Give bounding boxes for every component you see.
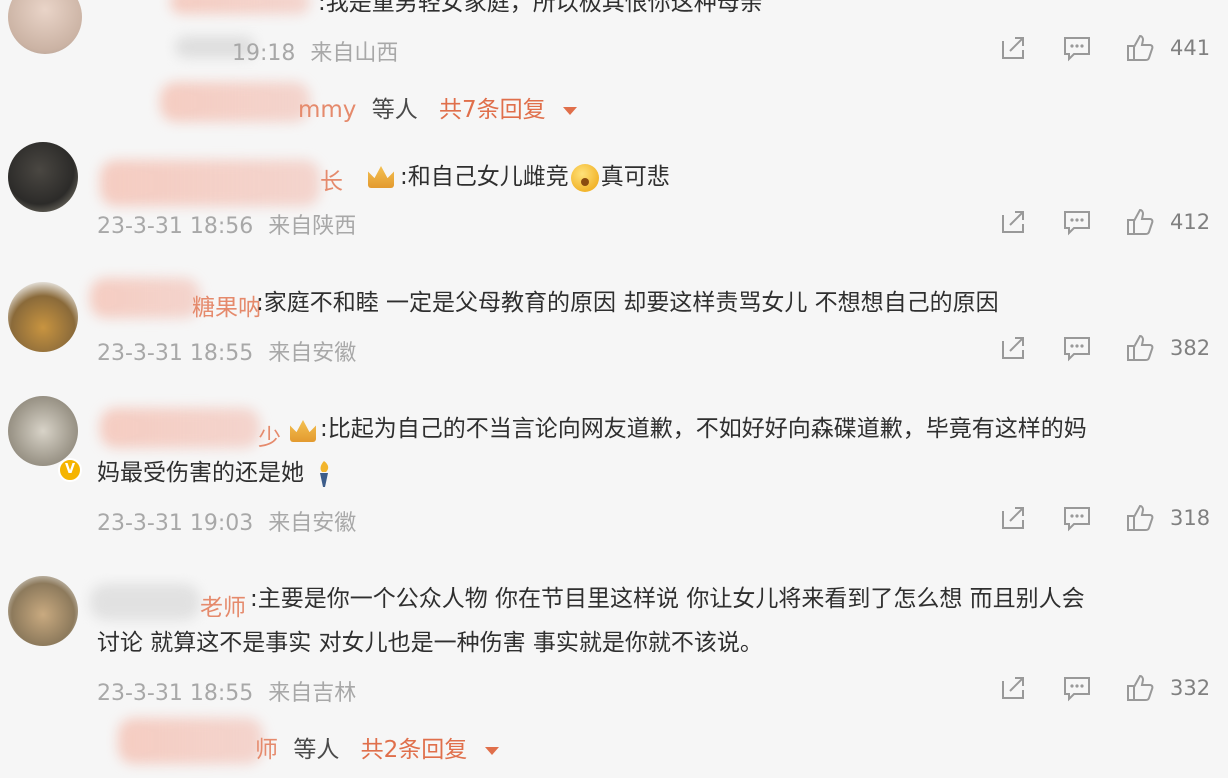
avatar[interactable] xyxy=(8,282,78,352)
reply-total[interactable]: 共2条回复 xyxy=(361,737,468,763)
reply-total[interactable]: 共7条回复 xyxy=(439,97,546,123)
share-icon xyxy=(1002,677,1024,699)
comment-button[interactable] xyxy=(1062,503,1092,533)
avatar[interactable] xyxy=(8,0,82,54)
chevron-down-icon xyxy=(563,106,577,115)
thumbs-up-icon xyxy=(1127,674,1154,701)
like-button[interactable] xyxy=(1125,207,1155,237)
thumbs-up-icon xyxy=(1127,34,1154,61)
location: 来自吉林 xyxy=(268,681,357,706)
comment-text-part: :和自己女儿雌竞 xyxy=(400,164,569,190)
comment-text-line1: :主要是你一个公众人物 你在节目里这样说 你让女儿将来看到了怎么想 而且别人会 xyxy=(250,586,1085,612)
comment-time: 23-3-31 18:55 来自安徽 xyxy=(97,335,356,367)
reply-name-blur xyxy=(118,718,263,764)
avatar[interactable] xyxy=(8,576,78,646)
avatar[interactable] xyxy=(8,142,78,212)
verified-badge-icon: V xyxy=(58,458,82,482)
nickname[interactable]: 糖果呐 xyxy=(192,288,261,322)
comment-icon xyxy=(1064,337,1090,362)
thumbs-up-icon xyxy=(1127,504,1154,531)
reply-name: 师 xyxy=(255,737,278,763)
torch-emoji-icon xyxy=(320,460,329,487)
nickname-blur xyxy=(90,584,200,620)
share-button[interactable] xyxy=(998,503,1028,533)
nickname-blur xyxy=(170,0,310,14)
location: 来自安徽 xyxy=(268,341,357,366)
crown-icon xyxy=(290,420,316,442)
comment-button[interactable] xyxy=(1062,673,1092,703)
like-count: 332 xyxy=(1170,676,1211,700)
reply-name: mmy xyxy=(298,97,357,123)
comment-time: 23-3-31 19:03 来自安徽 xyxy=(97,505,356,537)
thumbs-up-icon xyxy=(1127,208,1154,235)
reply-summary[interactable]: 师 等人 共2条回复 xyxy=(255,730,499,764)
like-count: 382 xyxy=(1170,336,1211,360)
comment-text-line2: 讨论 就算这不是事实 对女儿也是一种伤害 事实就是你就不该说。 xyxy=(97,630,763,656)
time: 23-3-31 19:03 xyxy=(97,511,254,536)
nickname[interactable]: 长 xyxy=(320,162,343,196)
nickname[interactable]: 老师 xyxy=(200,588,246,622)
comment-text: :我是重男轻女家庭，所以极其恨你这种母亲 xyxy=(318,0,763,16)
time: 19:18 xyxy=(232,41,296,66)
like-count: 318 xyxy=(1170,506,1211,530)
share-button[interactable] xyxy=(998,207,1028,237)
thumbs-up-icon xyxy=(1127,334,1154,361)
share-icon xyxy=(1002,37,1024,59)
comment-time: 23-3-31 18:56 来自陕西 xyxy=(97,208,356,240)
avatar[interactable] xyxy=(8,396,78,466)
shocked-emoji-icon xyxy=(570,163,599,192)
comment-text: :家庭不和睦 一定是父母教育的原因 却要这样责骂女儿 不想想自己的原因 xyxy=(256,290,999,316)
chevron-down-icon xyxy=(484,746,499,755)
comment-button[interactable] xyxy=(1062,333,1092,363)
nickname-blur xyxy=(90,278,200,318)
comment-text-line2: 妈最受伤害的还是她 xyxy=(97,456,335,490)
share-button[interactable] xyxy=(998,33,1028,63)
comment-text-part: 妈最受伤害的还是她 xyxy=(97,460,304,486)
like-button[interactable] xyxy=(1125,333,1155,363)
crown-icon xyxy=(368,166,394,188)
reply-summary[interactable]: mmy 等人 共7条回复 xyxy=(298,90,577,124)
comment-text-line1: :比起为自己的不当言论向网友道歉，不如好好向森碟道歉，毕竟有这样的妈 xyxy=(320,416,1087,442)
reply-people: 等人 xyxy=(293,737,340,763)
comment-icon xyxy=(1064,677,1090,702)
reply-people: 等人 xyxy=(371,97,418,123)
like-button[interactable] xyxy=(1125,503,1155,533)
share-icon xyxy=(1002,507,1024,529)
share-button[interactable] xyxy=(998,333,1028,363)
comment-icon xyxy=(1064,507,1090,532)
like-count: 441 xyxy=(1170,36,1211,60)
comment-time: 23-3-31 18:55 来自吉林 xyxy=(97,675,356,707)
location: 来自山西 xyxy=(310,41,399,66)
comment-icon xyxy=(1064,37,1090,62)
time: 23-3-31 18:56 xyxy=(97,214,254,239)
nickname-blur xyxy=(100,408,260,448)
comment-icon xyxy=(1064,211,1090,236)
like-button[interactable] xyxy=(1125,33,1155,63)
nickname-blur xyxy=(100,160,320,206)
share-button[interactable] xyxy=(998,673,1028,703)
share-icon xyxy=(1002,337,1024,359)
location: 来自陕西 xyxy=(268,214,357,239)
share-icon xyxy=(1002,211,1024,233)
comment-text: :和自己女儿雌竞 真可悲 xyxy=(400,160,670,194)
comment-text-part: 真可悲 xyxy=(600,164,670,190)
like-count: 412 xyxy=(1170,210,1211,234)
comment-button[interactable] xyxy=(1062,207,1092,237)
comment-time: 19:18 来自山西 xyxy=(232,35,398,67)
nickname[interactable]: 少 xyxy=(258,418,281,452)
reply-name-blur xyxy=(160,82,310,122)
like-button[interactable] xyxy=(1125,673,1155,703)
time: 23-3-31 18:55 xyxy=(97,681,254,706)
location: 来自安徽 xyxy=(268,511,357,536)
comment-button[interactable] xyxy=(1062,33,1092,63)
time: 23-3-31 18:55 xyxy=(97,341,254,366)
